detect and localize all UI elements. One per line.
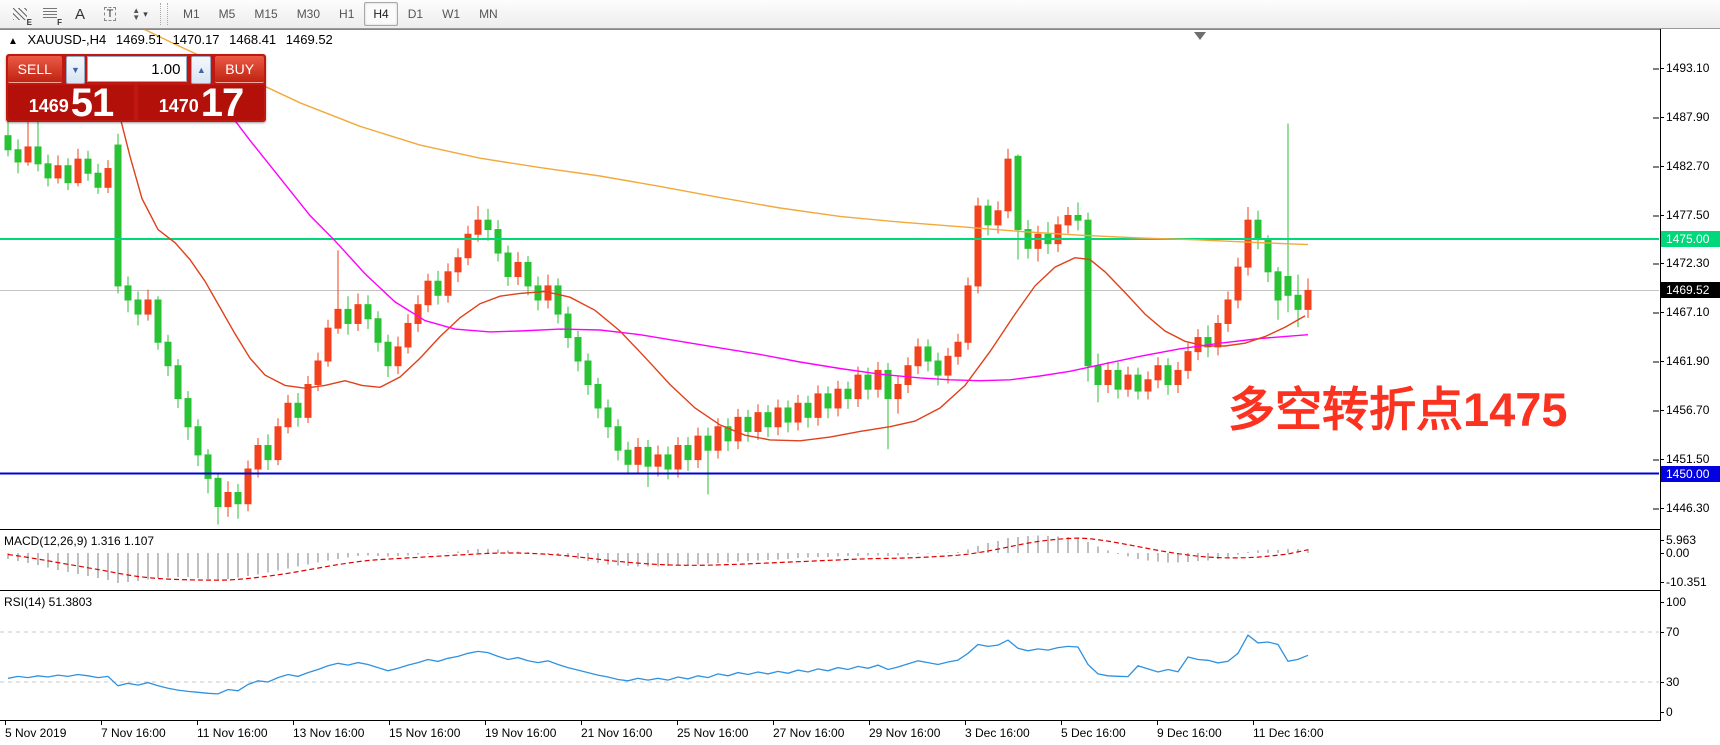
time-label: 27 Nov 16:00 [773,726,844,740]
price-label: 70 [1666,625,1679,639]
price-axis[interactable]: 1493.10 1487.90 1482.70 1477.50 1475.00 1472.… [1660,29,1720,721]
timeframe-button-m15[interactable]: M15 [245,2,286,26]
arrows-icon[interactable]: ▲▼▾ [126,1,154,27]
macd-title: MACD(12,26,9) 1.316 1.107 [4,534,154,548]
timeframe-button-mn[interactable]: MN [470,2,507,26]
price-label: 100 [1666,595,1686,609]
time-label: 13 Nov 16:00 [293,726,364,740]
ohlc-close: 1469.52 [286,32,333,47]
ma-orange [112,30,1308,245]
timeframe-button-m1[interactable]: M1 [174,2,209,26]
volume-decrease-button[interactable]: ▼ [66,56,86,84]
price-label: 1472.30 [1666,256,1709,270]
rsi-chart [0,593,1659,720]
mt4-window: E F A T ▲▼▾ M1M5M15M30H1H4D1W1MN ▲ XAUUS… [0,0,1720,745]
price-label: 1477.50 [1666,208,1709,222]
timeframe-button-h1[interactable]: H1 [330,2,363,26]
chart-annotation-text: 多空转折点1475 [1228,371,1568,440]
price-label: 1467.10 [1666,305,1709,319]
price-label: -10.351 [1666,575,1707,589]
ohlc-open: 1469.51 [116,32,163,47]
time-axis[interactable]: 5 Nov 2019 7 Nov 16:00 11 Nov 16:00 13 Nov … [0,721,1660,745]
timeframe-button-h4[interactable]: H4 [364,2,397,26]
price-label-highlight: 1475.00 [1661,231,1720,247]
volume-input[interactable] [87,56,187,82]
timeframe-button-m5[interactable]: M5 [210,2,245,26]
time-label: 15 Nov 16:00 [389,726,460,740]
time-label: 7 Nov 16:00 [101,726,166,740]
ohlc-low: 1468.41 [229,32,276,47]
time-label: 5 Dec 16:00 [1061,726,1126,740]
price-label: 1482.70 [1666,159,1709,173]
macd-pane: MACD(12,26,9) 1.316 1.107 [0,532,1660,591]
rsi-title: RSI(14) 51.3803 [4,595,92,609]
buy-price-display[interactable]: 1470 17 [138,85,264,120]
time-label: 3 Dec 16:00 [965,726,1030,740]
time-label: 21 Nov 16:00 [581,726,652,740]
symbol-label: XAUUSD-,H4 [28,32,107,47]
text-label-icon[interactable]: T [96,1,124,27]
one-click-trade-panel: SELL ▼ ▲ BUY 1469 51 1470 17 [6,54,266,122]
buy-price-big: 17 [201,86,244,120]
rsi-line [8,635,1308,694]
equidistant-channel-icon[interactable]: E [6,1,34,27]
price-label: 1461.90 [1666,354,1709,368]
price-label: 1456.70 [1666,403,1709,417]
toolbar: E F A T ▲▼▾ M1M5M15M30H1H4D1W1MN [0,0,1720,29]
candles [5,107,1311,524]
chart-title: ▲ XAUUSD-,H4 1469.51 1470.17 1468.41 146… [8,32,339,47]
volume-increase-button[interactable]: ▲ [191,56,211,84]
time-label: 29 Nov 16:00 [869,726,940,740]
price-label: 0.00 [1666,546,1689,560]
sell-button[interactable]: SELL [8,56,62,83]
timeframe-button-w1[interactable]: W1 [433,2,469,26]
time-label: 11 Dec 16:00 [1253,726,1324,740]
price-label: 1493.10 [1666,61,1709,75]
main-chart-canvas[interactable]: SELL ▼ ▲ BUY 1469 51 1470 17 多空转折点1475 [0,29,1660,530]
time-label: 11 Nov 16:00 [197,726,268,740]
price-label: 1451.50 [1666,452,1709,466]
time-label: 9 Dec 16:00 [1157,726,1222,740]
time-label: 25 Nov 16:00 [677,726,748,740]
buy-button[interactable]: BUY [215,56,264,83]
timeframe-button-m30[interactable]: M30 [288,2,329,26]
price-label: 1446.30 [1666,501,1709,515]
price-label: 5.963 [1666,533,1696,547]
timeframe-button-d1[interactable]: D1 [399,2,432,26]
text-icon[interactable]: A [66,1,94,27]
price-label-highlight: 1450.00 [1661,466,1720,482]
symbol-marker-icon: ▲ [8,36,18,47]
rsi-pane: RSI(14) 51.3803 [0,593,1660,721]
ohlc-high: 1470.17 [173,32,220,47]
time-label: 19 Nov 16:00 [485,726,556,740]
ma-magenta [225,108,1308,381]
sell-price-prefix: 1469 [29,96,69,117]
timeframe-group: M1M5M15M30H1H4D1W1MN [174,2,508,26]
toolbar-separator [160,3,168,25]
sell-price-big: 51 [71,86,114,120]
price-label: 0 [1666,705,1673,719]
macd-chart [0,532,1659,590]
price-label: 1487.90 [1666,110,1709,124]
price-label-highlight: 1469.52 [1661,282,1720,298]
time-label: 5 Nov 2019 [5,726,66,740]
fibonacci-retracement-icon[interactable]: F [36,1,64,27]
chart-shift-marker-icon [1194,32,1206,40]
buy-price-prefix: 1470 [159,96,199,117]
price-label: 30 [1666,675,1679,689]
sell-price-display[interactable]: 1469 51 [8,85,134,120]
